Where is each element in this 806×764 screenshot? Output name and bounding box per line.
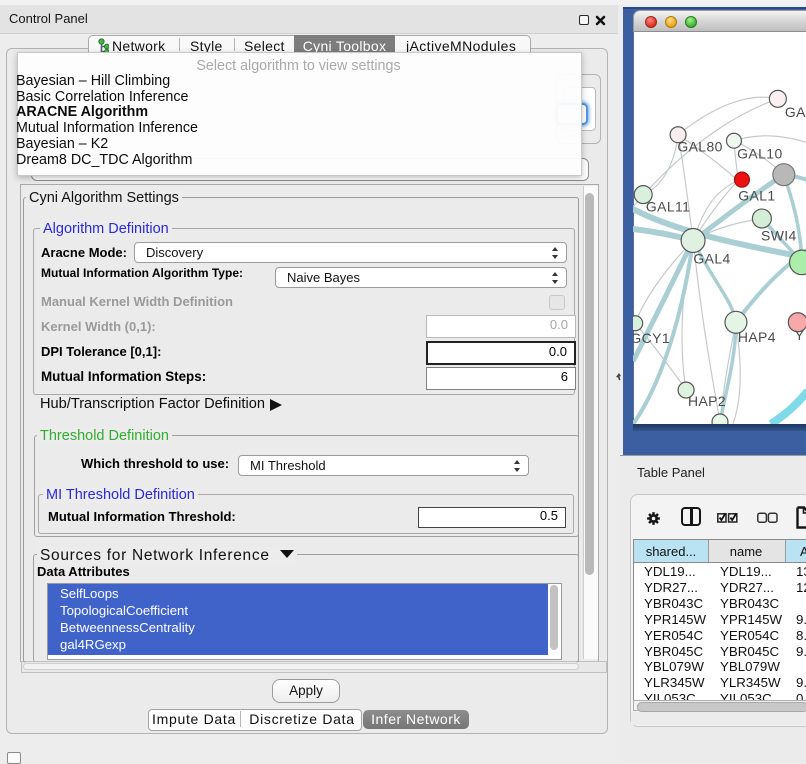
svg-text:Y: Y <box>795 327 805 343</box>
svg-text:GAL80: GAL80 <box>677 139 722 155</box>
svg-text:HAP4: HAP4 <box>738 329 776 345</box>
svg-text:GAL1: GAL1 <box>738 188 775 204</box>
svg-text:GAL10: GAL10 <box>737 146 782 162</box>
svg-text:HAP2: HAP2 <box>688 393 726 409</box>
svg-text:GAL: GAL <box>785 104 806 120</box>
svg-text:GAL11: GAL11 <box>646 199 690 215</box>
svg-text:SWI4: SWI4 <box>761 227 797 243</box>
svg-text:GCY1: GCY1 <box>633 330 670 346</box>
svg-text:GAL4: GAL4 <box>693 250 730 266</box>
